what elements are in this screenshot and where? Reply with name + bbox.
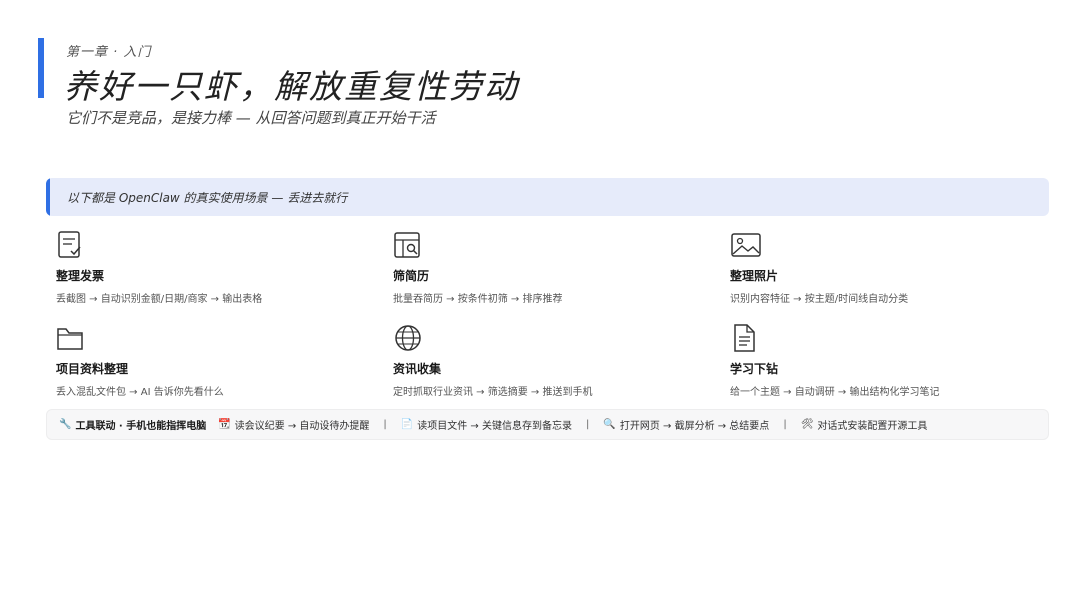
tool-item: 🛠 对话式安装配置开源工具 bbox=[801, 417, 928, 432]
tool-item-text: 读项目文件 → 关键信息存到备忘录 bbox=[417, 421, 572, 432]
document-icon bbox=[734, 324, 755, 352]
card-desc: 丢入混乱文件包 → AI 告诉你先看什么 bbox=[56, 387, 224, 398]
tools-icon: 🛠 bbox=[800, 419, 814, 430]
card-title: 资讯收集 bbox=[393, 362, 442, 376]
separator: | bbox=[383, 419, 387, 430]
receipt-icon bbox=[58, 231, 81, 258]
folder-icon bbox=[57, 328, 83, 350]
tool-item: 🔍 打开网页 → 截屏分析 → 总结要点 bbox=[603, 417, 769, 432]
image-icon bbox=[731, 233, 761, 257]
tool-item-text: 对话式安装配置开源工具 bbox=[817, 421, 928, 432]
tool-integration-strip: 🔧 工具联动 · 手机也能指挥电脑 📆 读会议纪要 → 自动设待办提醒 | 📄 … bbox=[46, 409, 1049, 440]
globe-icon bbox=[395, 325, 421, 351]
calendar-icon: 📆 bbox=[218, 419, 231, 430]
card-desc: 丢截图 → 自动识别金额/日期/商家 → 输出表格 bbox=[56, 294, 263, 305]
page-title: 养好一只虾，解放重复性劳动 bbox=[64, 67, 519, 106]
chapter-label: 第一章 · 入门 bbox=[66, 45, 152, 60]
wrench-icon: 🔧 bbox=[59, 419, 72, 430]
card-title: 筛简历 bbox=[393, 269, 430, 283]
tool-lead-label: 工具联动 · 手机也能指挥电脑 bbox=[75, 421, 207, 432]
tool-item-text: 读会议纪要 → 自动设待办提醒 bbox=[234, 421, 370, 432]
magnifier-icon: 🔍 bbox=[603, 419, 616, 430]
tool-item: 📄 读项目文件 → 关键信息存到备忘录 bbox=[401, 417, 572, 432]
card-title: 整理照片 bbox=[730, 269, 779, 283]
tool-lead: 🔧 工具联动 · 手机也能指挥电脑 bbox=[59, 417, 218, 432]
scenario-banner: 以下都是 OpenClaw 的真实使用场景 — 丢进去就行 bbox=[46, 178, 1049, 216]
card-desc: 定时抓取行业资讯 → 筛选摘要 → 推送到手机 bbox=[393, 387, 593, 398]
page-subtitle: 它们不是竞品，是接力棒 — 从回答问题到真正开始干活 bbox=[66, 109, 436, 127]
tool-item: 📆 读会议纪要 → 自动设待办提醒 bbox=[218, 417, 369, 432]
separator: | bbox=[586, 419, 590, 430]
card-desc: 批量吞简历 → 按条件初筛 → 排序推荐 bbox=[393, 294, 563, 305]
card-project-files: 项目资料整理 丢入混乱文件包 → AI 告诉你先看什么 bbox=[56, 323, 356, 398]
card-title: 学习下钻 bbox=[730, 362, 779, 376]
card-desc: 给一个主题 → 自动调研 → 输出结构化学习笔记 bbox=[730, 387, 940, 398]
card-title: 项目资料整理 bbox=[56, 362, 129, 376]
banner-text: 以下都是 OpenClaw 的真实使用场景 — 丢进去就行 bbox=[67, 191, 348, 205]
card-title: 整理发票 bbox=[56, 269, 105, 283]
card-desc: 识别内容特征 → 按主题/时间线自动分类 bbox=[730, 294, 909, 305]
card-photos: 整理照片 识别内容特征 → 按主题/时间线自动分类 bbox=[730, 230, 1030, 305]
card-learning: 学习下钻 给一个主题 → 自动调研 → 输出结构化学习笔记 bbox=[730, 323, 1030, 398]
tool-item-text: 打开网页 → 截屏分析 → 总结要点 bbox=[619, 421, 770, 432]
card-resume: 筛简历 批量吞简历 → 按条件初筛 → 排序推荐 bbox=[393, 230, 693, 305]
card-receipt: 整理发票 丢截图 → 自动识别金额/日期/商家 → 输出表格 bbox=[56, 230, 356, 305]
separator: | bbox=[783, 419, 787, 430]
accent-bar bbox=[38, 38, 44, 98]
card-news: 资讯收集 定时抓取行业资讯 → 筛选摘要 → 推送到手机 bbox=[393, 323, 693, 398]
resume-search-icon bbox=[394, 232, 420, 258]
file-icon: 📄 bbox=[400, 419, 414, 430]
